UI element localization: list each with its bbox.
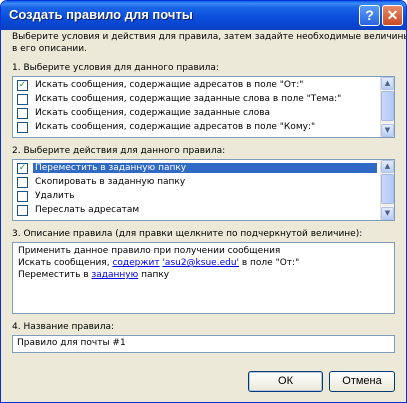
condition-link-contains[interactable]: содержит	[112, 258, 159, 268]
checkbox[interactable]	[17, 108, 28, 119]
rule-name-input[interactable]: Правило для почты #1	[12, 335, 395, 353]
actions-scrollbar[interactable]: ▲ ▼	[380, 160, 394, 220]
description-text: в поле "От:"	[239, 258, 300, 268]
intro-line-2: в его описании.	[12, 44, 87, 54]
description-line-2: Искать сообщения, содержит 'asu2@ksue.ed…	[18, 258, 299, 268]
help-button[interactable]: ?	[359, 5, 380, 26]
scroll-down-icon[interactable]: ▼	[381, 207, 394, 220]
condition-item[interactable]: Искать сообщения, содержащие заданные сл…	[15, 107, 375, 121]
action-label: Переслать адресатам	[35, 205, 140, 215]
close-button[interactable]: ✕	[382, 5, 403, 26]
scroll-thumb[interactable]	[381, 91, 394, 121]
scroll-up-icon[interactable]: ▲	[381, 77, 394, 90]
dialog-body: Выберите условия и действия для правила,…	[4, 30, 406, 399]
description-line-1: Применить данное правило при получении с…	[18, 246, 281, 256]
rule-dialog-window: Создать правило для почты ? ✕ Выберите у…	[0, 0, 407, 403]
condition-label: Искать сообщения, содержащие адресатов в…	[35, 80, 304, 90]
condition-label: Искать сообщения, содержащие заданные сл…	[35, 108, 271, 118]
checkbox[interactable]	[17, 177, 28, 188]
action-item[interactable]: Удалить	[15, 190, 375, 204]
description-text: Искать сообщения,	[18, 258, 113, 268]
condition-item[interactable]: Искать сообщения, содержащие адресатов в…	[15, 121, 375, 135]
conditions-scrollbar[interactable]: ▲ ▼	[380, 77, 394, 137]
intro-line-1: Выберите условия и действия для правила,…	[12, 32, 407, 42]
scroll-thumb[interactable]	[381, 174, 394, 204]
window-title: Создать правило для почты	[9, 7, 193, 22]
condition-label: Искать сообщения, содержащие заданные сл…	[35, 94, 342, 104]
scroll-up-icon[interactable]: ▲	[381, 160, 394, 173]
condition-item[interactable]: Искать сообщения, содержащие заданные сл…	[15, 93, 375, 107]
title-bar[interactable]: Создать правило для почты ? ✕	[1, 1, 406, 30]
condition-item[interactable]: ✓ Искать сообщения, содержащие адресатов…	[15, 79, 375, 93]
rule-name-label: 4. Название правила:	[12, 322, 115, 332]
ok-button[interactable]: ОК	[248, 371, 323, 392]
conditions-label: 1. Выберите условия для данного правила:	[12, 63, 219, 73]
condition-label: Искать сообщения, содержащие адресатов в…	[35, 122, 316, 132]
actions-label: 2. Выберите действия для данного правила…	[12, 146, 226, 156]
action-label: Скопировать в заданную папку	[35, 177, 186, 187]
action-link-folder[interactable]: заданную	[92, 270, 139, 280]
condition-link-address[interactable]: 'asu2@ksue.edu'	[162, 258, 239, 268]
description-text: папку	[138, 270, 170, 280]
checkbox[interactable]	[17, 94, 28, 105]
checkbox[interactable]	[17, 122, 28, 133]
description-line-3: Переместить в заданную папку	[18, 270, 169, 280]
rule-description-box: Применить данное правило при получении с…	[12, 242, 395, 314]
conditions-list[interactable]: ✓ Искать сообщения, содержащие адресатов…	[12, 76, 395, 138]
action-item[interactable]: Скопировать в заданную папку	[15, 176, 375, 190]
scroll-down-icon[interactable]: ▼	[381, 124, 394, 137]
actions-list[interactable]: ✓ Переместить в заданную папку Скопирова…	[12, 159, 395, 221]
description-text: Переместить в	[18, 270, 92, 280]
checkbox[interactable]: ✓	[17, 80, 28, 91]
checkbox[interactable]	[17, 191, 28, 202]
checkbox[interactable]: ✓	[17, 163, 28, 174]
checkbox[interactable]	[17, 205, 28, 216]
action-item[interactable]: Переслать адресатам	[15, 204, 375, 218]
action-label: Удалить	[35, 191, 75, 201]
action-item[interactable]: ✓ Переместить в заданную папку	[15, 162, 377, 176]
cancel-button[interactable]: Отмена	[329, 371, 395, 392]
description-label: 3. Описание правила (для правки щелкните…	[12, 229, 363, 239]
action-label: Переместить в заданную папку	[33, 163, 377, 173]
